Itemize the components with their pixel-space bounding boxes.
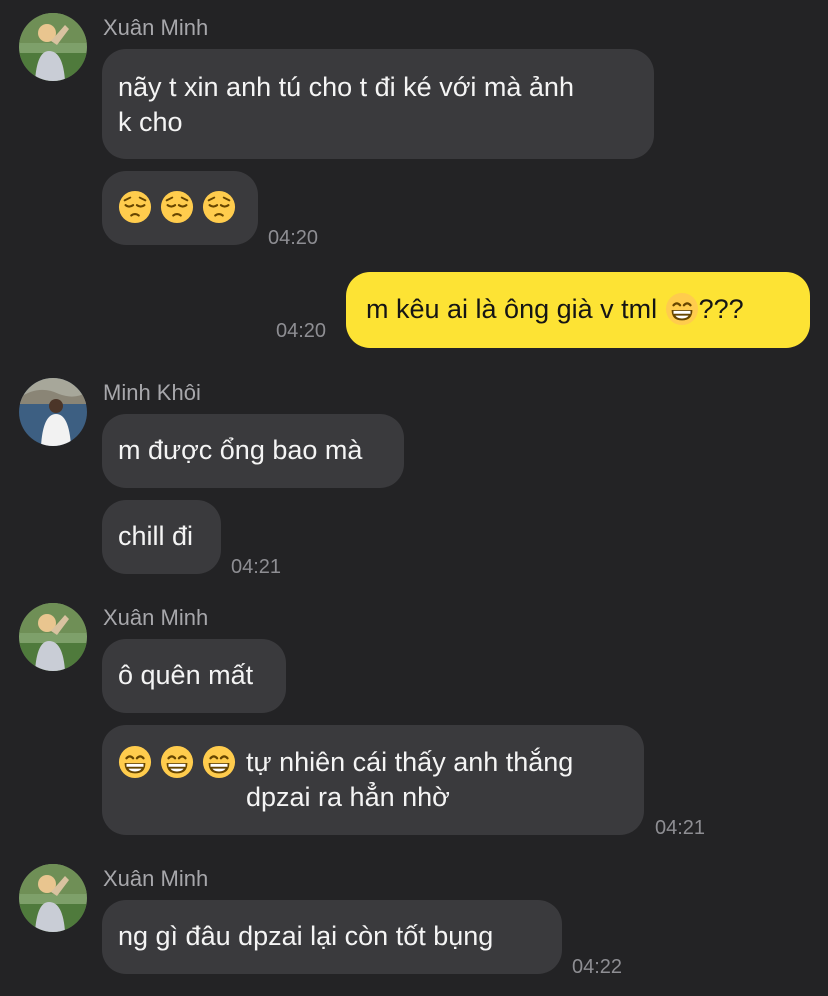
message-text: m được ổng bao mà xyxy=(118,435,363,465)
message-timestamp: 04:21 xyxy=(231,556,282,578)
message-timestamp: 04:20 xyxy=(276,320,327,342)
message-text: chill đi xyxy=(118,521,194,551)
message-bubble[interactable]: ng gì đâu dpzai lại còn tốt bụng xyxy=(102,900,562,974)
sender-name: Xuân Minh xyxy=(103,866,209,891)
grinning-face-icon xyxy=(665,292,699,326)
message-text: m kêu ai là ông già v tml xyxy=(366,294,665,324)
grinning-face-icon xyxy=(202,745,236,779)
message-timestamp: 04:20 xyxy=(268,227,319,249)
pensive-face-icon xyxy=(160,190,194,224)
sender-name: Minh Khôi xyxy=(103,380,201,405)
message-bubble[interactable]: tự nhiên cái thấy anh thắng dpzai ra hẳn… xyxy=(102,725,644,835)
emoji-bubble[interactable] xyxy=(102,171,258,245)
message-text: tự nhiên cái thấy anh thắng dpzai ra hẳn… xyxy=(246,747,574,812)
pensive-face-icon xyxy=(118,190,152,224)
message-timestamp: 04:22 xyxy=(572,956,623,978)
message-text: ô quên mất xyxy=(118,660,254,690)
outgoing-message-bubble[interactable]: m kêu ai là ông già v tml ??? xyxy=(346,272,810,348)
message-text-suffix: ??? xyxy=(698,294,744,324)
message-bubble[interactable]: nãy t xin anh tú cho t đi ké với mà ảnh … xyxy=(102,49,654,159)
avatar[interactable] xyxy=(19,603,87,671)
avatar[interactable] xyxy=(19,378,87,446)
message-timestamp: 04:21 xyxy=(655,817,706,839)
message-bubble[interactable]: m được ổng bao mà xyxy=(102,414,404,488)
grinning-face-icon xyxy=(118,745,152,779)
message-text: ng gì đâu dpzai lại còn tốt bụng xyxy=(118,921,494,951)
avatar[interactable] xyxy=(19,13,87,81)
message-bubble[interactable]: chill đi xyxy=(102,500,221,574)
sender-name: Xuân Minh xyxy=(103,605,209,630)
sender-name: Xuân Minh xyxy=(103,15,209,40)
pensive-face-icon xyxy=(202,190,236,224)
avatar[interactable] xyxy=(19,864,87,932)
grinning-face-icon xyxy=(160,745,194,779)
message-bubble[interactable]: ô quên mất xyxy=(102,639,286,713)
message-text: nãy t xin anh tú cho t đi ké với mà ảnh … xyxy=(118,72,574,137)
